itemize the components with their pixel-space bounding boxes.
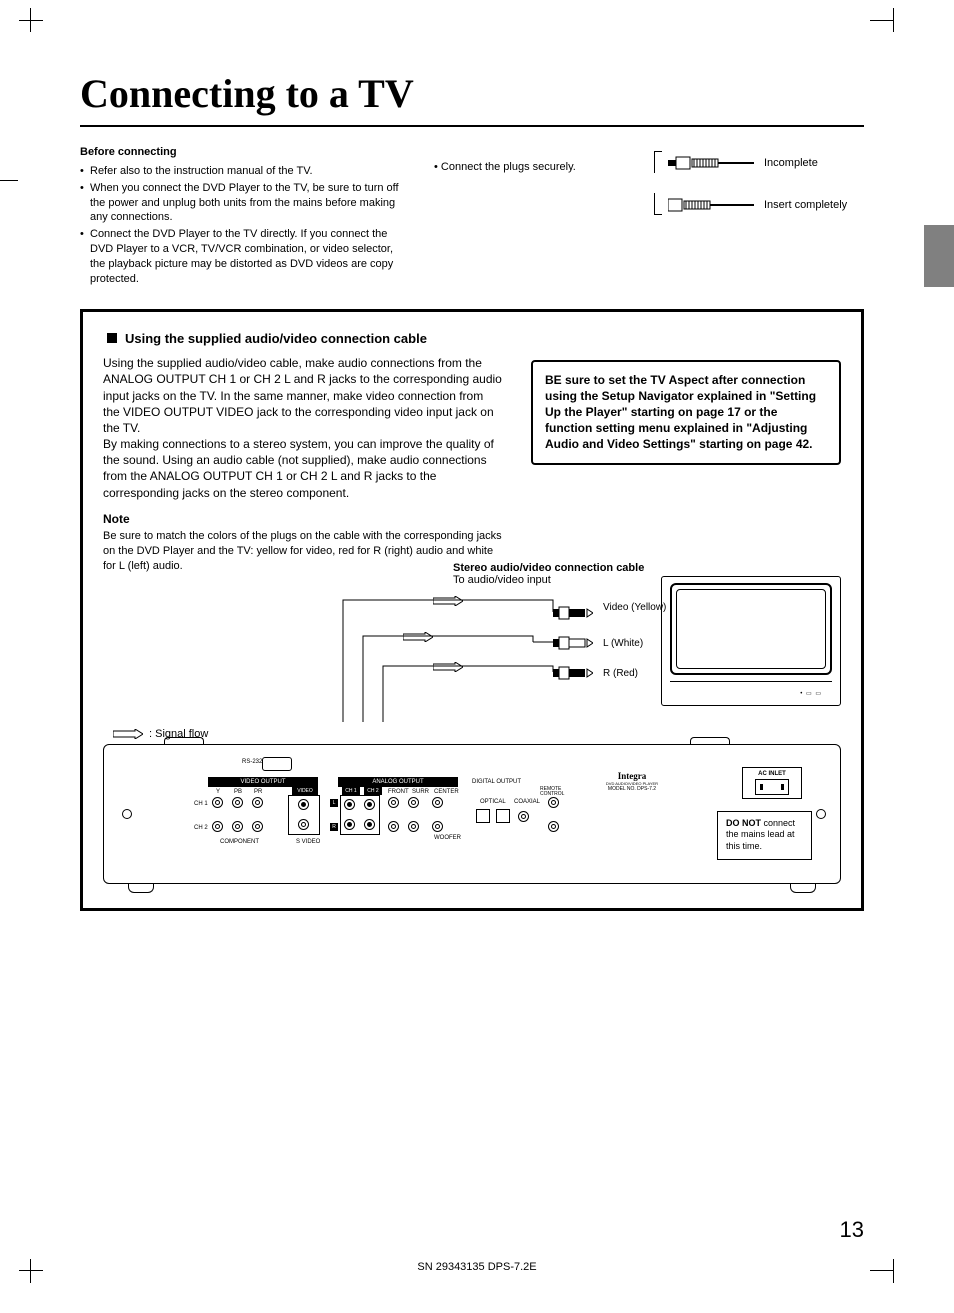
plug-label-insert: Insert completely	[764, 199, 847, 211]
signal-arrow-icon	[113, 729, 143, 739]
donot-box: DO NOT connect the mains lead at this ti…	[717, 811, 812, 860]
rca-label-video: Video (Yellow)	[603, 602, 666, 613]
body-para: By making connections to a stereo system…	[103, 436, 503, 501]
cable-diagram: Stereo audio/video connection cable To a…	[103, 592, 841, 722]
before-item: When you connect the DVD Player to the T…	[80, 181, 404, 226]
cable-title: Stereo audio/video connection cable	[453, 562, 644, 574]
footer: SN 29343135 DPS-7.2E	[0, 1261, 954, 1273]
rear-panel-diagram: RS-232 VIDEO OUTPUT ANALOG OUTPUT DIGITA…	[103, 744, 841, 884]
section-heading: Using the supplied audio/video connectio…	[103, 330, 503, 348]
rca-plug-icon	[553, 606, 593, 620]
before-item: Connect the DVD Player to the TV directl…	[80, 227, 404, 286]
brand-label: Integra	[592, 771, 672, 781]
edge-tick	[0, 180, 18, 181]
page-title: Connecting to a TV	[80, 70, 864, 127]
before-item: Refer also to the instruction manual of …	[80, 164, 404, 179]
warning-box: BE sure to set the TV Aspect after conne…	[531, 360, 841, 465]
ac-inlet-label: AC INLET	[749, 771, 795, 777]
page-number: 13	[840, 1217, 864, 1243]
body-para: Using the supplied audio/video cable, ma…	[103, 355, 503, 436]
plug-complete-icon	[668, 195, 754, 215]
tv-icon: • ▭ ▭	[661, 576, 841, 706]
note-body: Be sure to match the colors of the plugs…	[103, 529, 503, 574]
plug-incomplete-icon	[668, 153, 754, 173]
rca-label-r: R (Red)	[603, 668, 638, 679]
plug-label-incomplete: Incomplete	[764, 157, 818, 169]
note-heading: Note	[103, 511, 503, 527]
thumb-tab	[924, 225, 954, 287]
label-video-output: VIDEO OUTPUT	[208, 777, 318, 787]
label-digital-output: DIGITAL OUTPUT	[472, 779, 521, 785]
square-bullet-icon	[107, 333, 117, 343]
label-rs232: RS-232	[242, 759, 262, 765]
rca-plug-icon	[553, 636, 593, 650]
rca-plug-icon	[553, 666, 593, 680]
label-analog-output: ANALOG OUTPUT	[338, 777, 458, 787]
rca-label-l: L (White)	[603, 638, 643, 649]
label-remote: REMOTECONTROL	[540, 787, 564, 797]
section-heading-text: Using the supplied audio/video connectio…	[125, 330, 427, 348]
main-box: Using the supplied audio/video connectio…	[80, 309, 864, 911]
cable-lines	[323, 592, 583, 722]
before-heading: Before connecting	[80, 145, 404, 160]
connect-securely: Connect the plugs securely.	[434, 145, 624, 289]
cable-sub: To audio/video input	[453, 574, 644, 586]
